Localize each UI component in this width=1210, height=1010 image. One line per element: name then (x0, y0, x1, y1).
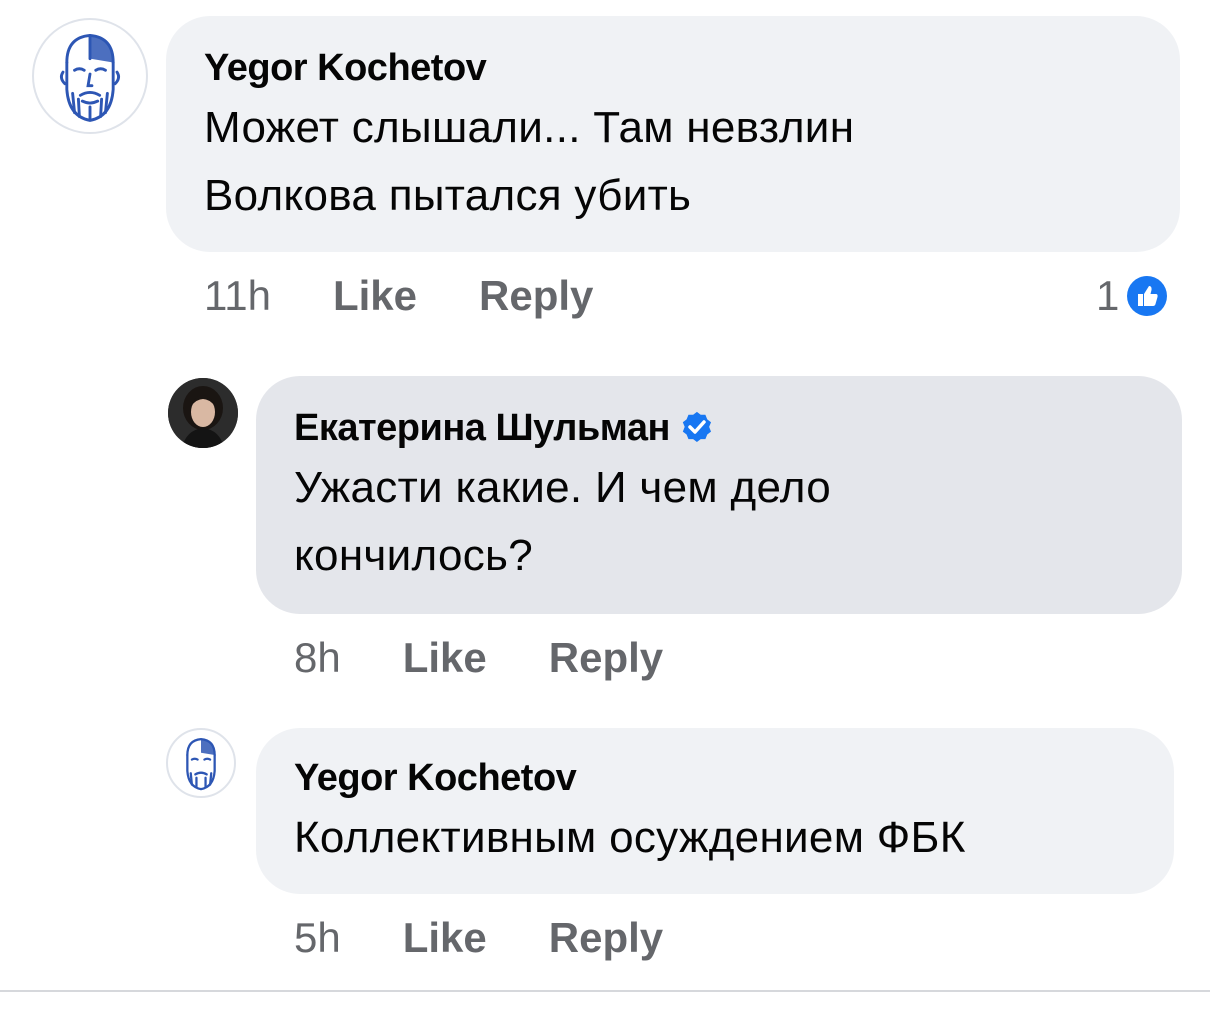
reply-button[interactable]: Reply (549, 914, 663, 962)
author-name[interactable]: Yegor Kochetov (204, 46, 1180, 90)
avatar[interactable] (32, 18, 148, 134)
comment-bubble[interactable]: Екатерина Шульман Ужасти какие. И чем де… (256, 376, 1182, 614)
like-button[interactable]: Like (403, 634, 487, 682)
avatar[interactable] (168, 378, 238, 448)
thumbs-up-icon (1127, 276, 1168, 316)
bearded-man-avatar-icon (186, 737, 216, 791)
comment-actions: 11h Like Reply (204, 272, 593, 320)
divider (0, 990, 1210, 992)
like-button[interactable]: Like (333, 272, 417, 320)
comment-text-line: Коллективным осуждением ФБК (294, 813, 966, 862)
reaction-summary[interactable]: 1 (1096, 272, 1168, 320)
avatar[interactable] (166, 728, 236, 798)
comment-text-line: Волкова пытался убить (204, 171, 692, 220)
author-name[interactable]: Екатерина Шульман (294, 406, 1182, 450)
comment-bubble[interactable]: Yegor Kochetov Коллективным осуждением Ф… (256, 728, 1174, 894)
reply-button[interactable]: Reply (549, 634, 663, 682)
comment-actions: 8h Like Reply (294, 634, 663, 682)
reply-button[interactable]: Reply (479, 272, 593, 320)
author-name-text: Екатерина Шульман (294, 407, 670, 449)
timestamp[interactable]: 11h (204, 272, 271, 320)
verified-badge-icon (680, 410, 714, 444)
comment-text-line: Ужасти какие. И чем дело (294, 463, 832, 512)
comment-actions: 5h Like Reply (294, 914, 663, 962)
comment-text-line: Может слышали... Там невзлин (204, 103, 855, 152)
reaction-count: 1 (1096, 272, 1120, 319)
comment-bubble[interactable]: Yegor Kochetov Может слышали... Там невз… (166, 16, 1180, 252)
bearded-man-avatar-icon (59, 33, 121, 122)
comment-text-line: кончилось? (294, 531, 534, 580)
author-name[interactable]: Yegor Kochetov (294, 756, 1174, 800)
woman-photo-avatar-icon (168, 378, 238, 448)
timestamp[interactable]: 8h (294, 634, 341, 682)
like-button[interactable]: Like (403, 914, 487, 962)
timestamp[interactable]: 5h (294, 914, 341, 962)
